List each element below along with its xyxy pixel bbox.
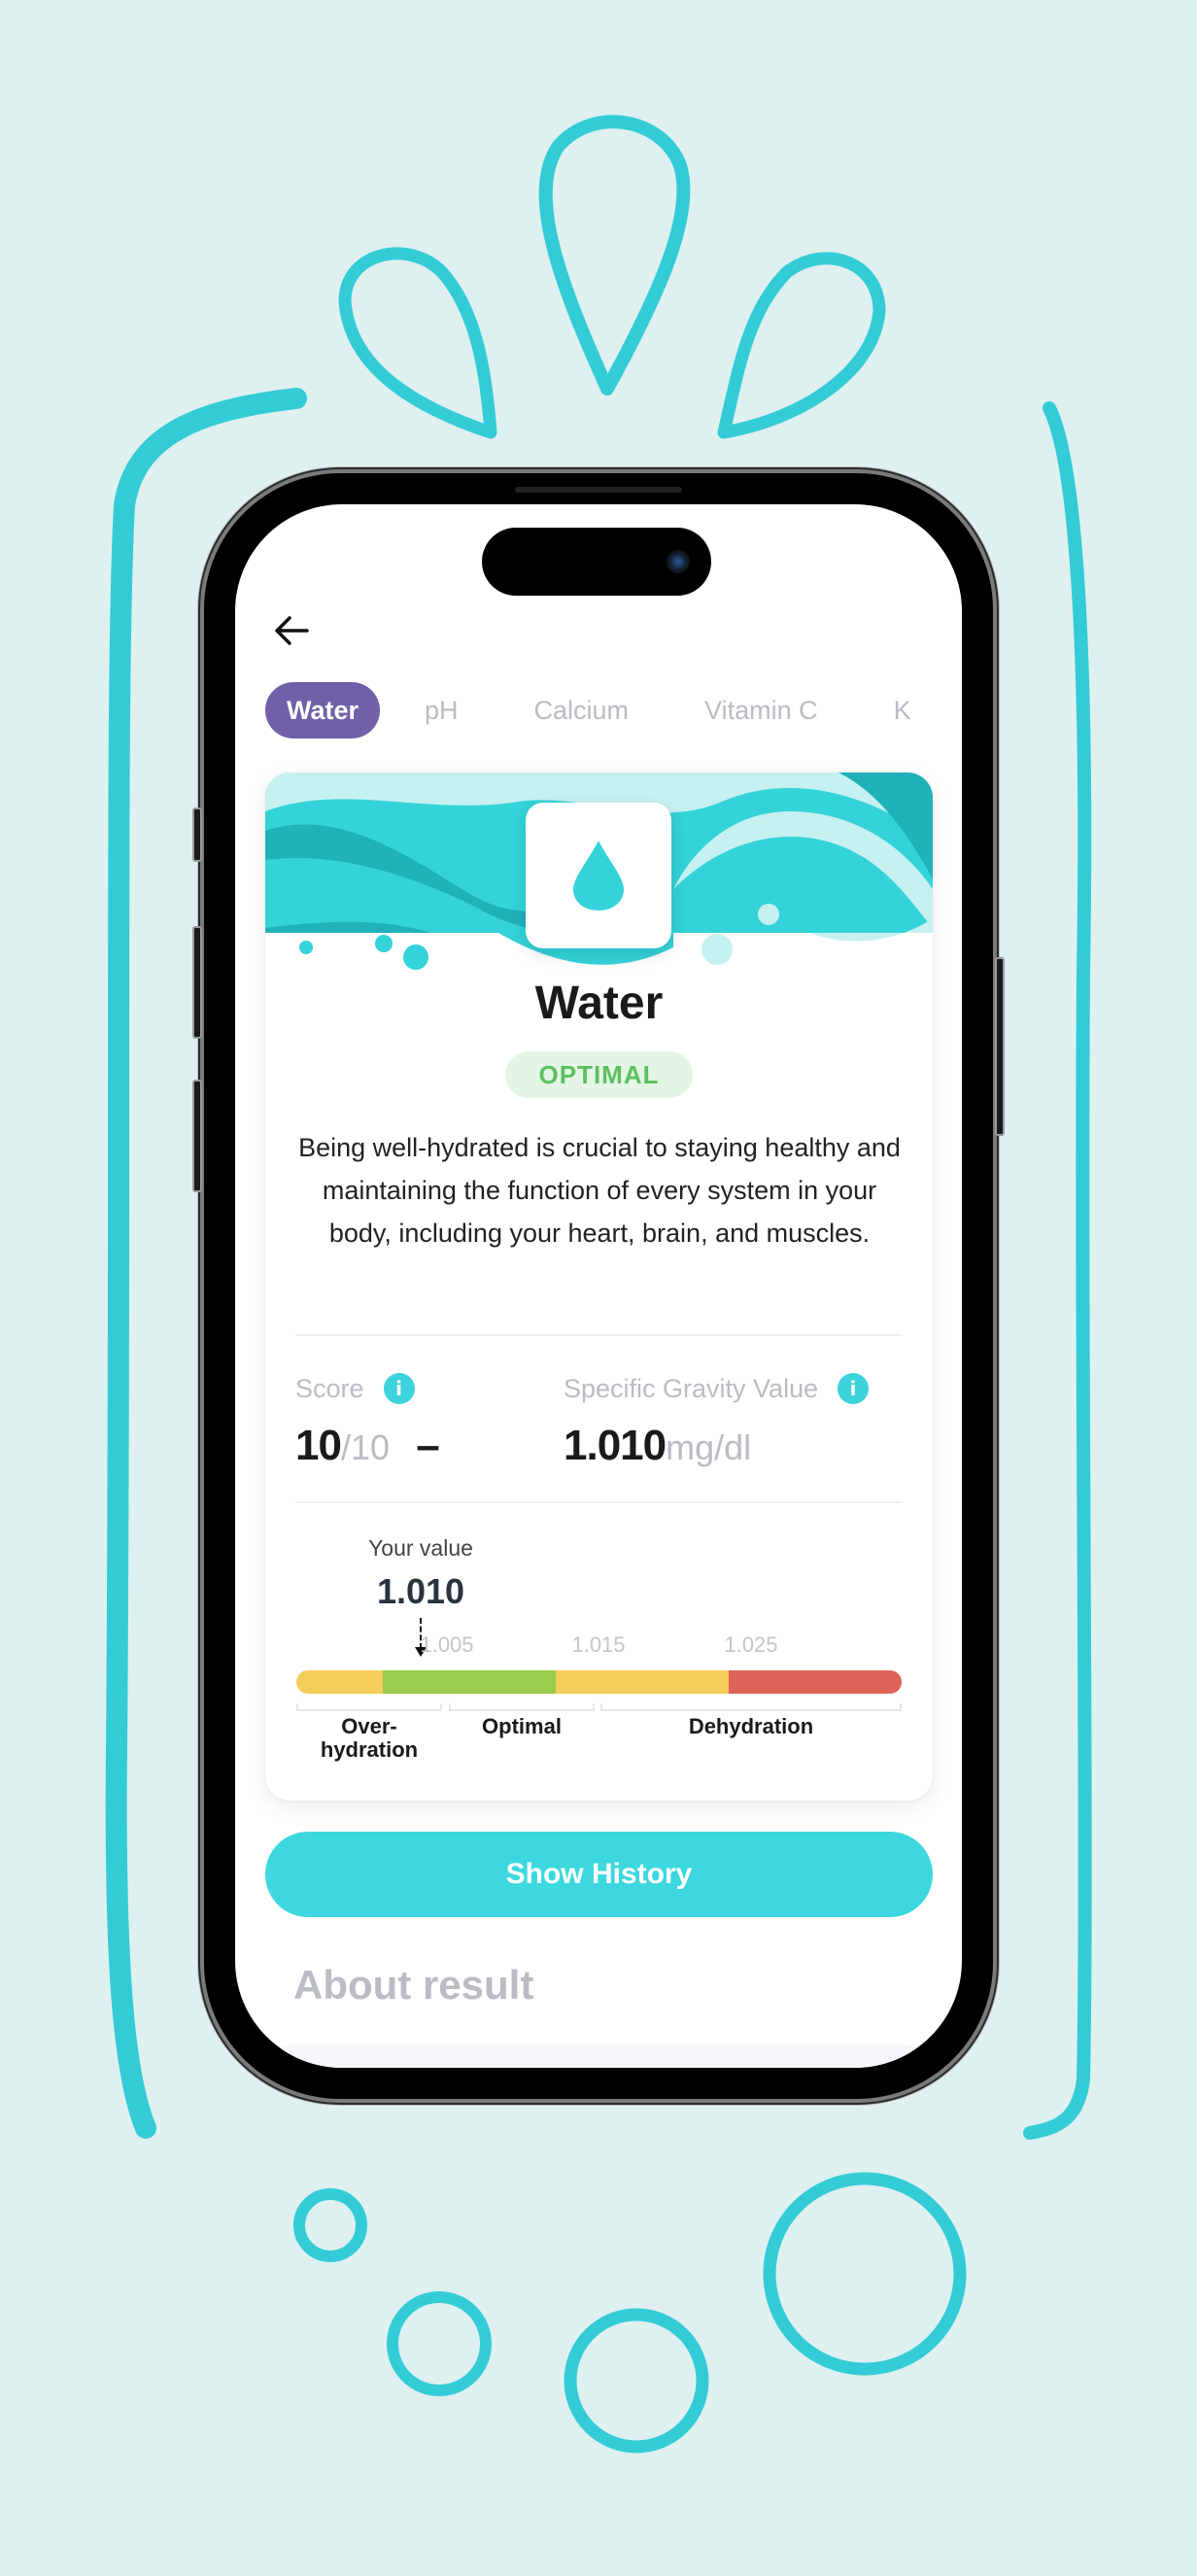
status-badge: OPTIMAL [505, 1051, 693, 1098]
score-number: 10 [295, 1422, 342, 1469]
splash-drop-right [717, 252, 886, 439]
zone-label-dehydration: Dehydration [688, 1714, 814, 1738]
range-segment [556, 1670, 729, 1694]
bubble-2 [387, 2291, 492, 2396]
range-bar [296, 1670, 902, 1694]
phone-speaker [515, 487, 682, 493]
score-label-text: Score [295, 1373, 364, 1403]
next-section-card [274, 2044, 923, 2068]
range-tick: 1.005 [420, 1632, 474, 1657]
divider [295, 1501, 903, 1503]
score-value: 10/10 – [295, 1422, 440, 1470]
result-card: Water OPTIMAL Being well-hydrated is cru… [265, 773, 933, 1801]
tab-calcium[interactable]: Calcium [513, 682, 651, 738]
range-tick: 1.025 [724, 1632, 778, 1657]
tab-water[interactable]: Water [265, 682, 381, 738]
gravity-label: Specific Gravity Value i [564, 1373, 870, 1404]
tab-ph[interactable]: pH [403, 682, 480, 738]
bubble-dot [403, 945, 428, 970]
phone-volume-up-button [192, 926, 202, 1039]
water-drop-icon [573, 841, 624, 910]
range-segment [296, 1670, 383, 1694]
zone-bracket [600, 1703, 902, 1711]
bubble-1 [293, 2188, 367, 2262]
back-button[interactable] [270, 611, 313, 650]
dynamic-island [482, 528, 711, 596]
phone-volume-down-button [192, 1080, 202, 1192]
phone-frame: Water pH Calcium Vitamin C K Water OPTIM… [192, 473, 1005, 2099]
splash-drop-left [338, 247, 497, 439]
biomarker-description: Being well-hydrated is crucial to stayin… [298, 1133, 901, 1248]
bubble-dot [299, 941, 313, 954]
about-result-heading: About result [293, 1962, 534, 2008]
app-screen: Water pH Calcium Vitamin C K Water OPTIM… [235, 504, 962, 2068]
show-history-button[interactable]: Show History [265, 1832, 933, 1917]
gravity-value: 1.010mg/dl [564, 1422, 751, 1470]
tab-vitamin-c[interactable]: Vitamin C [683, 682, 839, 738]
info-icon[interactable]: i [383, 1373, 415, 1404]
your-value-label: Your value [368, 1535, 473, 1561]
zone-bracket [449, 1703, 595, 1711]
zone-label-overhydration: Over- hydration [320, 1714, 419, 1762]
divider [295, 1334, 903, 1336]
gravity-unit: mg/dl [666, 1427, 752, 1467]
water-icon-tile [526, 803, 671, 948]
bubble-dot [758, 904, 779, 925]
range-segment [383, 1670, 556, 1694]
your-value: 1.010 [376, 1571, 465, 1611]
biomarker-title: Water [534, 978, 664, 1029]
tab-k[interactable]: K [872, 682, 933, 738]
bubble-3 [564, 2308, 709, 2454]
bubble-4 [763, 2172, 967, 2376]
score-trend: – [416, 1422, 440, 1469]
zone-bracket [296, 1703, 442, 1711]
zone-label-optimal: Optimal [482, 1714, 562, 1738]
score-label: Score i [295, 1373, 415, 1404]
phone-power-button [995, 957, 1005, 1136]
phone-action-button [192, 807, 202, 862]
biomarker-tabs: Water pH Calcium Vitamin C K [265, 681, 962, 739]
range-segment [729, 1670, 902, 1694]
score-max: /10 [340, 1427, 390, 1467]
gravity-number: 1.010 [564, 1422, 667, 1469]
front-camera [667, 550, 690, 573]
bubble-dot [375, 935, 393, 952]
frame-stroke-right [1023, 401, 1092, 2140]
splash-drop-center [538, 115, 691, 395]
range-tick: 1.015 [571, 1632, 626, 1657]
info-icon[interactable]: i [838, 1373, 870, 1404]
arrow-left-icon [275, 616, 309, 645]
bubble-dot [701, 934, 733, 965]
gravity-label-text: Specific Gravity Value [564, 1373, 819, 1403]
